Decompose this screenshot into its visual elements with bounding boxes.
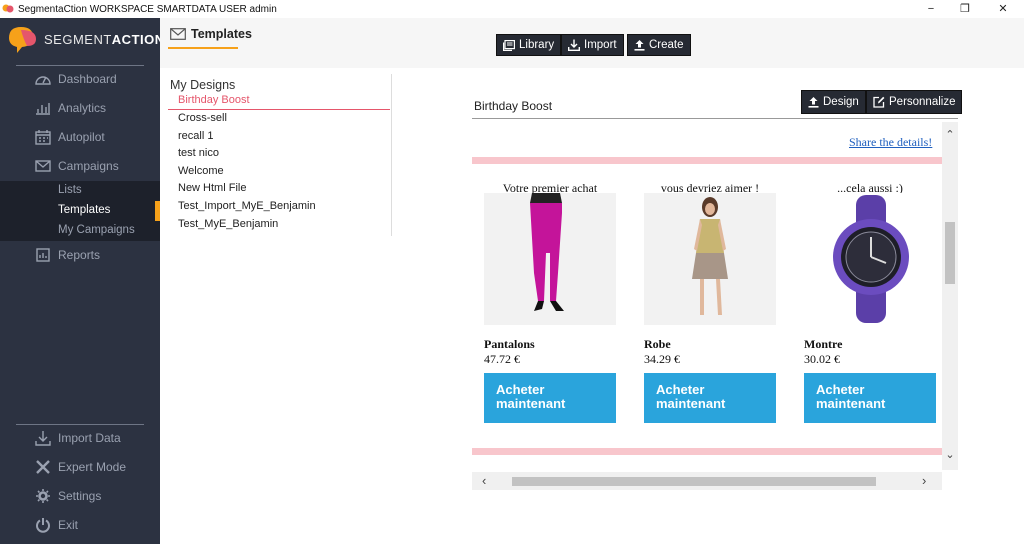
preview-title: Birthday Boost: [474, 99, 553, 113]
sidebar-item-reports[interactable]: Reports: [0, 242, 160, 268]
upload-icon: [634, 39, 645, 51]
product-image-dress[interactable]: [644, 193, 776, 325]
tools-icon: [34, 459, 52, 475]
scroll-up-icon[interactable]: ⌃: [942, 128, 958, 141]
brand-logo[interactable]: SEGMENTACTION: [6, 24, 165, 54]
sidebar-item-settings[interactable]: Settings: [0, 483, 160, 509]
scroll-left-icon[interactable]: ‹: [482, 473, 486, 488]
tab-templates[interactable]: Templates: [170, 27, 252, 41]
calendar-icon: [34, 129, 52, 145]
preview-horizontal-scrollbar[interactable]: ‹ ›: [472, 472, 942, 490]
brand-name: SEGMENTACTION: [44, 31, 165, 47]
preview-divider: [472, 118, 958, 119]
product-image-pants[interactable]: [484, 193, 616, 325]
window-titlebar: SegmentaCtion WORKSPACE SMARTDATA USER a…: [0, 0, 1024, 18]
sidebar-item-label: Settings: [58, 489, 102, 503]
sidebar-item-autopilot[interactable]: Autopilot: [0, 124, 160, 150]
selected-underline: [168, 109, 390, 110]
scroll-right-icon[interactable]: ›: [922, 473, 926, 488]
design-item-test-mye[interactable]: Test_MyE_Benjamin: [178, 218, 278, 230]
sidebar-item-label: Expert Mode: [58, 460, 127, 474]
envelope-icon: [34, 158, 52, 174]
dashboard-icon: [34, 71, 52, 87]
sidebar-item-expert-mode[interactable]: Expert Mode: [0, 454, 160, 480]
designs-title: My Designs: [170, 78, 236, 92]
product-card-montre: ...cela aussi :) Montre 30.02 € Acheter …: [804, 181, 936, 423]
app-logo-icon: [2, 4, 14, 13]
active-indicator: [155, 201, 160, 221]
sidebar-item-label: Import Data: [58, 431, 121, 445]
scroll-down-icon[interactable]: ⌄: [942, 448, 958, 461]
product-image-watch[interactable]: [804, 193, 936, 325]
sidebar-item-exit[interactable]: Exit: [0, 512, 160, 538]
bar-chart-icon: [34, 100, 52, 116]
design-button[interactable]: Design: [801, 90, 866, 114]
design-item-birthday-boost[interactable]: Birthday Boost: [178, 94, 250, 106]
close-button[interactable]: ✕: [986, 0, 1020, 18]
sidebar-item-dashboard[interactable]: Dashboard: [0, 66, 160, 92]
sidebar: SEGMENTACTION Dashboard Analytics Autopi…: [0, 18, 164, 544]
buy-now-button[interactable]: Acheter maintenant: [484, 373, 616, 423]
power-icon: [34, 517, 52, 533]
sidebar-item-campaigns[interactable]: Campaigns: [0, 153, 160, 179]
scroll-thumb[interactable]: [512, 477, 876, 486]
tab-active-underline: [168, 47, 238, 49]
product-price: 47.72 €: [484, 352, 520, 366]
design-item-test-import[interactable]: Test_Import_MyE_Benjamin: [178, 200, 316, 212]
design-item-new-html-file[interactable]: New Html File: [178, 182, 246, 194]
design-item-recall-1[interactable]: recall 1: [178, 130, 213, 142]
sidebar-item-label: Reports: [58, 248, 101, 262]
maximize-button[interactable]: ❐: [948, 0, 982, 18]
product-name: Pantalons: [484, 337, 535, 351]
product-price: 34.29 €: [644, 352, 680, 366]
preview-vertical-scrollbar[interactable]: ⌃ ⌄: [942, 122, 958, 470]
envelope-icon: [170, 28, 186, 40]
library-button[interactable]: Library: [496, 34, 562, 56]
design-item-test-nico[interactable]: test nico: [178, 147, 219, 159]
product-name: Robe: [644, 337, 671, 351]
sidebar-item-label: Exit: [58, 518, 79, 532]
sidebar-item-import-data[interactable]: Import Data: [0, 425, 160, 451]
buy-now-button[interactable]: Acheter maintenant: [644, 373, 776, 423]
window-title: SegmentaCtion WORKSPACE SMARTDATA USER a…: [18, 3, 277, 15]
sidebar-item-label: Campaigns: [58, 159, 119, 173]
create-button[interactable]: Create: [627, 34, 691, 56]
buy-now-button[interactable]: Acheter maintenant: [804, 373, 936, 423]
submenu-item-templates[interactable]: Templates: [58, 204, 110, 216]
download-icon: [568, 39, 580, 51]
edit-icon: [873, 96, 885, 108]
scroll-thumb[interactable]: [945, 222, 955, 284]
submenu-item-lists[interactable]: Lists: [58, 184, 82, 196]
download-icon: [34, 430, 52, 446]
tab-label: Templates: [191, 27, 252, 41]
design-item-welcome[interactable]: Welcome: [178, 165, 224, 177]
sidebar-item-label: Dashboard: [58, 72, 117, 86]
minimize-button[interactable]: −: [914, 0, 948, 18]
personalize-button[interactable]: Personnalize: [866, 90, 963, 114]
report-icon: [34, 247, 52, 263]
sidebar-item-label: Autopilot: [58, 130, 105, 144]
upload-icon: [808, 96, 819, 108]
submenu-item-my-campaigns[interactable]: My Campaigns: [58, 224, 135, 236]
share-details-link[interactable]: Share the details!: [849, 135, 932, 150]
pink-divider: [472, 448, 942, 455]
sidebar-item-label: Analytics: [58, 101, 107, 115]
library-icon: [503, 39, 515, 51]
pink-divider: [472, 157, 942, 164]
product-card-robe: vous devriez aimer ! Robe 34.29 € Achete…: [644, 181, 776, 423]
design-item-cross-sell[interactable]: Cross-sell: [178, 112, 227, 124]
product-card-pantalons: Votre premier achat Pantalons 47.72 € Ac…: [484, 181, 616, 423]
product-price: 30.02 €: [804, 352, 840, 366]
product-name: Montre: [804, 337, 843, 351]
gear-icon: [34, 488, 52, 504]
import-button[interactable]: Import: [561, 34, 624, 56]
brand-logo-icon: [9, 27, 36, 53]
sidebar-item-analytics[interactable]: Analytics: [0, 95, 160, 121]
campaigns-submenu: Lists Templates My Campaigns: [0, 181, 160, 241]
